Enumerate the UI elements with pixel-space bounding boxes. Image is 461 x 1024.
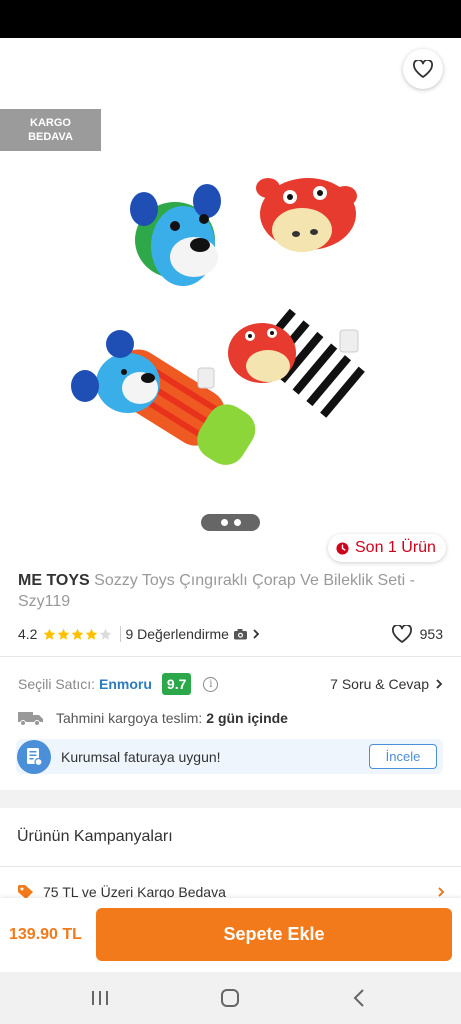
pager-dot <box>233 519 241 526</box>
invoice-text: Kurumsal faturaya uygun! <box>61 748 221 765</box>
qa-link[interactable]: 7 Soru & Cevap <box>330 676 443 692</box>
free-shipping-badge: KARGO BEDAVA <box>0 109 101 151</box>
rating-row: 4.2 9 Değerlendirme 953 <box>18 624 443 644</box>
stock-badge: Son 1 Ürün <box>328 534 446 562</box>
heart-icon <box>391 625 412 643</box>
pager-dot <box>220 519 228 526</box>
qa-label: 7 Soru & Cevap <box>330 676 429 692</box>
divider <box>0 656 461 657</box>
back-nav-icon <box>353 989 364 1007</box>
rating-score: 4.2 <box>18 626 38 642</box>
camera-icon <box>233 629 247 640</box>
reviews-label: 9 Değerlendirme <box>125 626 229 642</box>
clock-icon <box>336 541 349 555</box>
product-title: ME TOYS Sozzy Toys Çıngıraklı Çorap Ve B… <box>18 570 448 612</box>
star-icon <box>100 628 112 640</box>
star-icon <box>58 628 70 640</box>
chevron-right-icon <box>436 679 443 689</box>
divider <box>0 866 461 867</box>
info-icon[interactable]: i <box>203 676 219 692</box>
reviews-link[interactable]: 9 Değerlendirme <box>120 626 260 642</box>
corporate-invoice-banner: Kurumsal faturaya uygun! İncele <box>16 739 443 774</box>
delivery-row: Tahmini kargoya teslim: 2 gün içinde <box>18 707 288 729</box>
chevron-right-icon <box>438 887 445 897</box>
campaigns-title: Ürünün Kampanyaları <box>17 828 173 845</box>
star-icon <box>86 628 98 640</box>
home-button[interactable] <box>218 987 242 1009</box>
likes-count: 953 <box>419 626 443 642</box>
likes[interactable]: 953 <box>391 625 443 643</box>
back-button[interactable] <box>16 54 48 86</box>
rating-stars <box>43 628 112 641</box>
add-to-cart-button[interactable]: Sepete Ekle <box>96 908 452 961</box>
badge-line-2: BEDAVA <box>28 131 73 143</box>
back-arrow-icon <box>23 62 42 78</box>
share-button[interactable] <box>346 54 378 86</box>
heart-icon <box>413 60 433 78</box>
system-back-button[interactable] <box>347 987 371 1009</box>
incele-button[interactable]: İncele <box>369 744 437 769</box>
share-icon <box>353 60 371 80</box>
home-icon <box>221 989 239 1007</box>
star-icon <box>44 628 56 640</box>
seller-score-badge: 9.7 <box>161 673 192 695</box>
stock-label: Son 1 Ürün <box>355 539 436 556</box>
recent-apps-icon <box>92 991 108 1005</box>
star-icon <box>72 628 84 640</box>
image-pager[interactable] <box>201 514 260 531</box>
top-nav <box>0 38 461 100</box>
product-brand[interactable]: ME TOYS <box>18 572 90 589</box>
seller-name[interactable]: Enmoru <box>99 676 152 692</box>
seller-row: Seçili Satıcı: Enmoru 9.7 i 7 Soru & Cev… <box>18 672 443 696</box>
status-bar <box>0 0 461 38</box>
favorite-button[interactable] <box>403 49 443 89</box>
truck-icon <box>18 712 43 726</box>
system-nav-bar <box>0 972 461 1024</box>
delivery-value: 2 gün içinde <box>206 710 288 726</box>
price: 139.90 TL <box>9 926 82 943</box>
recent-apps-button[interactable] <box>88 987 112 1009</box>
badge-line-1: KARGO <box>30 117 71 129</box>
invoice-icon <box>17 739 51 774</box>
chevron-right-icon <box>253 629 260 639</box>
seller-label: Seçili Satıcı: <box>18 676 96 692</box>
delivery-label: Tahmini kargoya teslim: <box>56 710 203 726</box>
